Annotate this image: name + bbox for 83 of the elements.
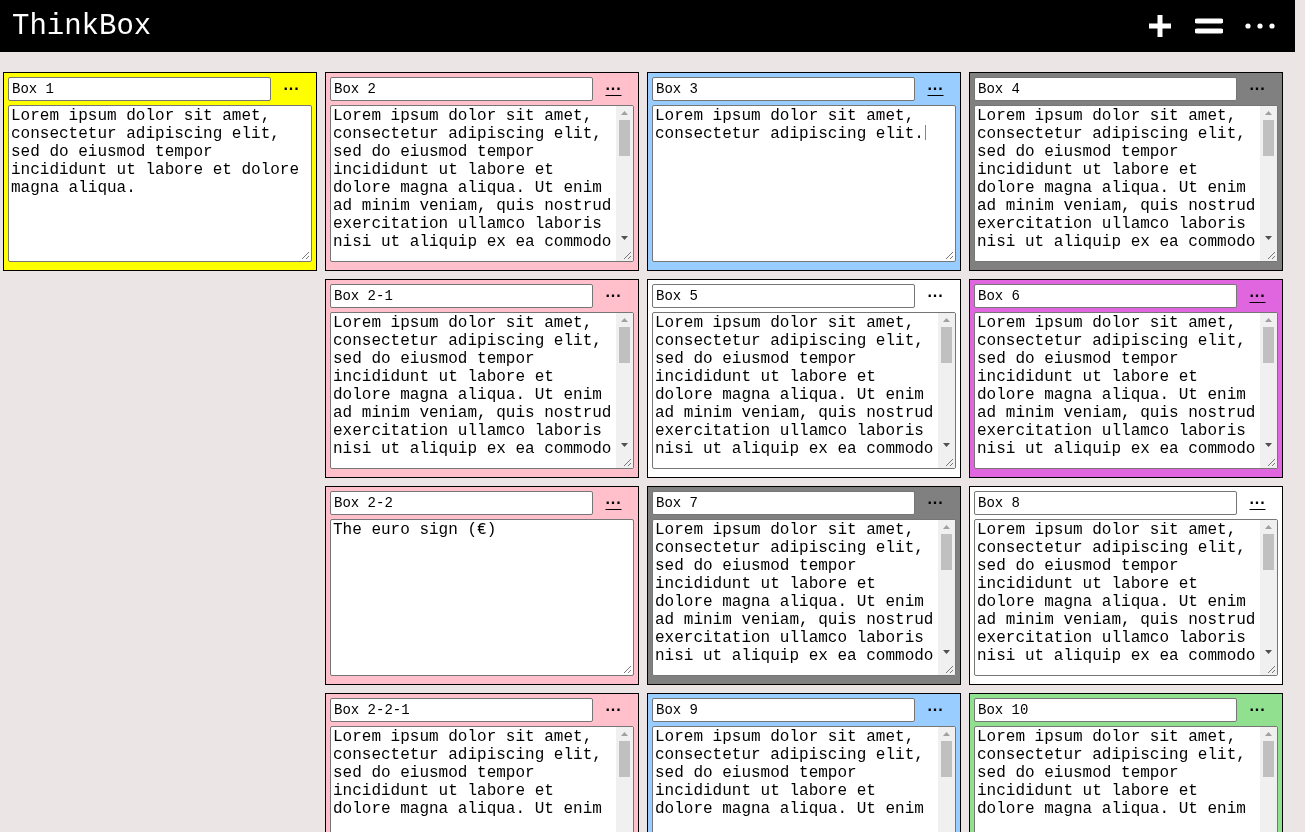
menu-button[interactable]: ··· [915,286,956,306]
title-field[interactable]: Box 7 [652,491,915,515]
scrollbar[interactable] [938,313,955,468]
text-area[interactable] [974,105,1278,262]
resize-grip-icon[interactable] [945,458,954,467]
equals-icon[interactable] [1195,17,1223,35]
scroll-thumb[interactable] [941,327,952,363]
note-text: Lorem ipsum dolor sit amet, consectetur adipiscing elit. [655,107,924,143]
resize-grip-icon[interactable] [1267,458,1276,467]
scrollbar[interactable] [1260,106,1277,261]
scroll-thumb[interactable] [1263,327,1274,363]
note-text: Lorem ipsum dolor sit amet, consectetur adipiscing elit, sed do eiusmod tempor incididunt ut labore et dolore magna aliqua. [11,107,300,197]
text-area[interactable]: Lorem ipsum dolor sit amet, consectetur adipiscing elit, sed do eiusmod tempor incididunt ut labore et dolore magna aliqua. Ut enim [974,726,1278,832]
title-field[interactable]: Box 6 [974,284,1237,308]
text-area[interactable]: Lorem ipsum dolor sit amet, consectetur adipiscing elit, sed do eiusmod tempor incididunt ut labore et dolore magna aliqua. Ut enim [652,726,956,832]
resize-grip-icon[interactable] [623,251,632,260]
note-text: Lorem ipsum dolor sit amet, consectetur adipiscing elit, sed do eiusmod tempor incididunt ut labore et dolore magna aliqua. Ut enim ad minim veniam, quis nostrud exercitation ullamco laboris nisi ut aliquip ex ea commodo [655,314,934,458]
scroll-thumb[interactable] [1263,534,1274,570]
title-field[interactable]: Box 2-2 [330,491,593,515]
resize-grip-icon[interactable] [945,251,954,260]
resize-grip-icon[interactable] [623,458,632,467]
text-area[interactable] [974,519,1278,676]
menu-button[interactable]: ··· [593,493,634,513]
scroll-thumb[interactable] [1263,120,1274,156]
menu-button[interactable]: ··· [1237,79,1278,99]
title-field[interactable]: Box 9 [652,698,915,722]
menu-button[interactable]: ··· [1237,493,1278,513]
resize-grip-icon[interactable] [945,665,954,674]
text-area[interactable]: The euro sign (€) [330,519,634,676]
note-text: Lorem ipsum dolor sit amet, consectetur adipiscing elit, sed do eiusmod tempor incididunt ut labore et dolore magna aliqua. Ut enim ad minim veniam, quis nostrud exercitation ullamco laboris nisi ut aliquip ex ea commodo [655,521,934,665]
menu-button[interactable]: ··· [915,700,956,720]
note-text: Lorem ipsum dolor sit amet, consectetur adipiscing elit, sed do eiusmod tempor incididunt ut labore et dolore magna aliqua. Ut enim ad minim veniam, quis nostrud exercitation ullamco laboris nisi ut aliquip ex ea commodo [977,314,1256,458]
scroll-thumb[interactable] [619,120,630,156]
note-text: Lorem ipsum dolor sit amet, consectetur adipiscing elit, sed do eiusmod tempor incididunt ut labore et dolore magna aliqua. Ut enim [655,728,924,818]
scrollbar[interactable] [616,313,633,468]
note-text: Lorem ipsum dolor sit amet, consectetur adipiscing elit, sed do eiusmod tempor incididunt ut labore et dolore magna aliqua. Ut enim [977,728,1246,818]
resize-grip-icon[interactable] [623,665,632,674]
plus-icon[interactable] [1147,13,1173,39]
title-field[interactable]: Box 2-1 [330,284,593,308]
text-area[interactable] [330,105,634,262]
scroll-thumb[interactable] [619,327,630,363]
scrollbar[interactable] [938,520,955,675]
resize-grip-icon[interactable] [1267,665,1276,674]
menu-button[interactable]: ··· [271,79,312,99]
title-field[interactable]: Box 5 [652,284,915,308]
note-text: Lorem ipsum dolor sit amet, consectetur adipiscing elit, sed do eiusmod tempor incididunt ut labore et dolore magna aliqua. Ut enim ad minim veniam, quis nostrud exercitation ullamco laboris nisi ut aliquip ex ea commodo [977,107,1256,251]
text-area[interactable] [652,519,956,676]
app-title: ThinkBox [12,9,152,43]
menu-button[interactable]: ··· [915,79,956,99]
scroll-thumb[interactable] [619,741,630,777]
scrollbar[interactable] [616,106,633,261]
menu-button[interactable]: ··· [593,286,634,306]
scroll-thumb[interactable] [941,741,952,777]
resize-grip-icon[interactable] [1267,251,1276,260]
scrollbar[interactable] [1260,313,1277,468]
title-field[interactable]: Box 3 [652,77,915,101]
text-area[interactable]: Lorem ipsum dolor sit amet, consectetur adipiscing elit, sed do eiusmod tempor incididunt ut labore et dolore magna aliqua. [8,105,312,262]
note-text: Lorem ipsum dolor sit amet, consectetur adipiscing elit, sed do eiusmod tempor incididunt ut labore et dolore magna aliqua. Ut enim [333,728,602,818]
title-field[interactable]: Box 2-2-1 [330,698,593,722]
scroll-thumb[interactable] [941,534,952,570]
title-field[interactable]: Box 1 [8,77,271,101]
note-text: Lorem ipsum dolor sit amet, consectetur adipiscing elit, sed do eiusmod tempor incididunt ut labore et dolore magna aliqua. Ut enim ad minim veniam, quis nostrud exercitation ullamco laboris nisi ut aliquip ex ea commodo [977,521,1256,665]
menu-button[interactable]: ··· [1237,286,1278,306]
text-area[interactable]: Lorem ipsum dolor sit amet, consectetur adipiscing elit. [652,105,956,262]
note-text: Lorem ipsum dolor sit amet, consectetur adipiscing elit, sed do eiusmod tempor incididunt ut labore et dolore magna aliqua. Ut enim ad minim veniam, quis nostrud exercitation ullamco laboris nisi ut aliquip ex ea commodo [333,314,612,458]
resize-grip-icon[interactable] [301,251,310,260]
text-area[interactable] [974,312,1278,469]
scroll-thumb[interactable] [1263,741,1274,777]
title-field[interactable]: Box 2 [330,77,593,101]
menu-button[interactable]: ··· [1237,700,1278,720]
menu-button[interactable]: ··· [593,700,634,720]
note-text: Lorem ipsum dolor sit amet, consectetur adipiscing elit, sed do eiusmod tempor incididunt ut labore et dolore magna aliqua. Ut enim ad minim veniam, quis nostrud exercitation ullamco laboris nisi ut aliquip ex ea commodo [333,107,612,251]
text-area[interactable] [652,312,956,469]
menu-button[interactable]: ··· [915,493,956,513]
text-area[interactable]: Lorem ipsum dolor sit amet, consectetur adipiscing elit, sed do eiusmod tempor incididunt ut labore et dolore magna aliqua. Ut enim [330,726,634,832]
more-icon[interactable] [1245,23,1275,29]
menu-button[interactable]: ··· [593,79,634,99]
note-text: The euro sign (€) [333,521,497,539]
scrollbar[interactable] [1260,520,1277,675]
title-field[interactable]: Box 10 [974,698,1237,722]
title-field[interactable]: Box 4 [974,77,1237,101]
title-field[interactable]: Box 8 [974,491,1237,515]
text-area[interactable] [330,312,634,469]
